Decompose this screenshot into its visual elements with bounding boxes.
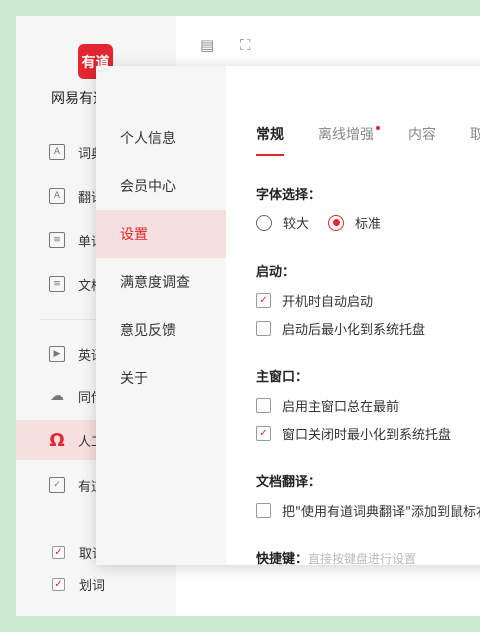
shortcut-section-title: 快捷键：直接按键盘进行设置 [256,548,416,565]
shortcut-title-text: 快捷键： [256,552,309,565]
tab-label: 离线增强 [318,127,374,143]
nav-settings[interactable]: 设置 [96,210,226,258]
cloud-icon: ☁ [50,388,64,404]
wordbook-icon: ≡ [49,232,65,248]
radio-icon[interactable] [328,214,344,231]
font-section-title: 字体选择： [256,188,322,203]
font-option-large[interactable]: 较大 [256,213,309,232]
option-label: 较大 [283,217,310,232]
settings-content: 常规 离线增强 内容 取词 字体选择： 较大 标准 启动： ✓ 开机时自动启动 … [256,66,480,565]
doc-translate-context-menu[interactable]: 把"使用有道词典翻译"添加到鼠标右键菜单 [256,501,480,520]
human-translate-icon: Ω [49,429,65,451]
settings-dialog: 个人信息 会员中心 设置 满意度调查 意见反馈 关于 常规 离线增强 内容 取词… [96,66,480,565]
nav-about[interactable]: 关于 [96,354,226,402]
checkbox-icon[interactable] [256,503,271,518]
select-word-toggle[interactable]: ✓ 划词 [52,575,105,594]
settings-tabs: 常规 离线增强 内容 取词 [256,124,480,156]
main-window-section-title: 主窗口： [256,370,309,385]
option-label: 开机时自动启动 [282,295,374,310]
checkbox-icon[interactable]: ✓ [52,578,65,591]
option-label: 启动后最小化到系统托盘 [282,323,426,338]
doc-translate-section-title: 文档翻译： [256,475,322,490]
document-icon: ≡ [49,276,65,292]
checkbox-icon[interactable]: ✓ [52,546,65,559]
checkbox-icon[interactable]: ✓ [256,426,271,441]
settings-nav: 个人信息 会员中心 设置 满意度调查 意见反馈 关于 [96,66,226,565]
checkbox-icon[interactable] [256,321,271,336]
window-close-to-tray[interactable]: ✓ 窗口关闭时最小化到系统托盘 [256,424,451,443]
radio-icon[interactable] [256,214,272,231]
option-label: 把"使用有道词典翻译"添加到鼠标右键菜单 [282,505,480,520]
nav-survey[interactable]: 满意度调查 [96,258,226,306]
startup-auto-launch[interactable]: ✓ 开机时自动启动 [256,291,373,310]
window-always-on-top[interactable]: 启用主窗口总在最前 [256,396,399,415]
nav-membership[interactable]: 会员中心 [96,162,226,210]
option-label: 标准 [355,217,382,232]
tab-capture[interactable]: 取词 [470,124,480,156]
option-label: 窗口关闭时最小化到系统托盘 [282,428,452,443]
check-label: 划词 [79,579,106,594]
checkbox-icon[interactable]: ✓ [256,293,271,308]
startup-section-title: 启动： [256,265,296,280]
tab-offline[interactable]: 离线增强 [318,124,380,156]
dictionary-icon: A [49,144,65,160]
file-icon[interactable]: ▤ [200,36,216,54]
startup-minimize-tray[interactable]: 启动后最小化到系统托盘 [256,319,425,338]
shortcut-hint: 直接按键盘进行设置 [308,552,417,565]
option-label: 启用主窗口总在最前 [282,400,400,415]
tab-general[interactable]: 常规 [256,124,284,156]
new-badge-dot [376,126,380,130]
screenshot-icon[interactable]: ⛶ [240,36,256,54]
note-check-icon: ✓ [49,477,65,493]
translate-icon: A [49,188,65,204]
checkbox-icon[interactable] [256,398,271,413]
nav-feedback[interactable]: 意见反馈 [96,306,226,354]
font-option-standard[interactable]: 标准 [328,213,381,232]
tab-content[interactable]: 内容 [408,124,436,156]
video-icon: ▶ [49,346,65,362]
nav-profile[interactable]: 个人信息 [96,114,226,162]
